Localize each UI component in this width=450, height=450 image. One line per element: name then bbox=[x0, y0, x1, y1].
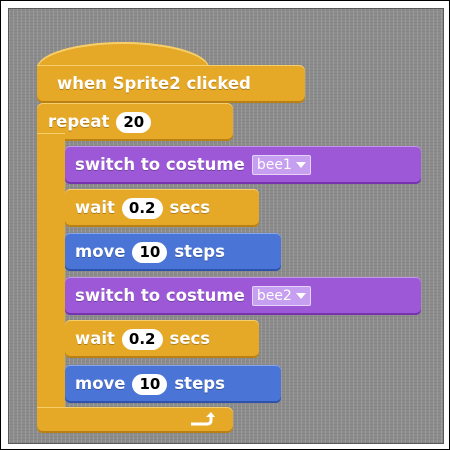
costume-value: bee2 bbox=[256, 288, 292, 304]
dropdown-arrow-icon bbox=[295, 162, 306, 168]
move-unit-label: steps bbox=[174, 241, 225, 261]
dropdown-arrow-icon bbox=[295, 293, 306, 299]
wait-label: wait bbox=[75, 197, 115, 217]
move-label: move bbox=[75, 373, 126, 393]
move-steps-input[interactable]: 10 bbox=[132, 241, 168, 263]
repeat-arrow-icon bbox=[191, 412, 215, 426]
hat-label: when Sprite2 clicked bbox=[57, 73, 251, 93]
wait-seconds-input[interactable]: 0.2 bbox=[121, 197, 163, 219]
wait-block[interactable]: wait 0.2 secs bbox=[65, 320, 259, 358]
wait-unit-label: secs bbox=[169, 328, 211, 348]
wait-unit-label: secs bbox=[169, 197, 211, 217]
costume-dropdown[interactable]: bee2 bbox=[251, 286, 311, 306]
switch-costume-label: switch to costume bbox=[75, 285, 245, 305]
move-label: move bbox=[75, 241, 126, 261]
move-unit-label: steps bbox=[174, 373, 225, 393]
repeat-count-input[interactable]: 20 bbox=[116, 111, 152, 133]
repeat-block[interactable]: repeat 20 bbox=[37, 103, 233, 141]
wait-label: wait bbox=[75, 328, 115, 348]
switch-costume-label: switch to costume bbox=[75, 154, 245, 174]
repeat-block-spine bbox=[37, 133, 65, 423]
costume-value: bee1 bbox=[256, 157, 292, 173]
scripts-area[interactable]: when Sprite2 clicked repeat 20 switch to… bbox=[8, 8, 444, 444]
move-steps-block[interactable]: move 10 steps bbox=[65, 365, 281, 403]
screenshot-frame: when Sprite2 clicked repeat 20 switch to… bbox=[0, 0, 450, 450]
repeat-label: repeat bbox=[48, 111, 110, 131]
move-steps-block[interactable]: move 10 steps bbox=[65, 233, 281, 271]
move-steps-input[interactable]: 10 bbox=[132, 373, 168, 395]
wait-seconds-input[interactable]: 0.2 bbox=[121, 328, 163, 350]
costume-dropdown[interactable]: bee1 bbox=[251, 155, 311, 175]
switch-costume-block[interactable]: switch to costume bee1 bbox=[65, 146, 421, 184]
wait-block[interactable]: wait 0.2 secs bbox=[65, 189, 259, 227]
switch-costume-block[interactable]: switch to costume bee2 bbox=[65, 277, 421, 315]
when-sprite-clicked-block[interactable]: when Sprite2 clicked bbox=[37, 65, 305, 103]
